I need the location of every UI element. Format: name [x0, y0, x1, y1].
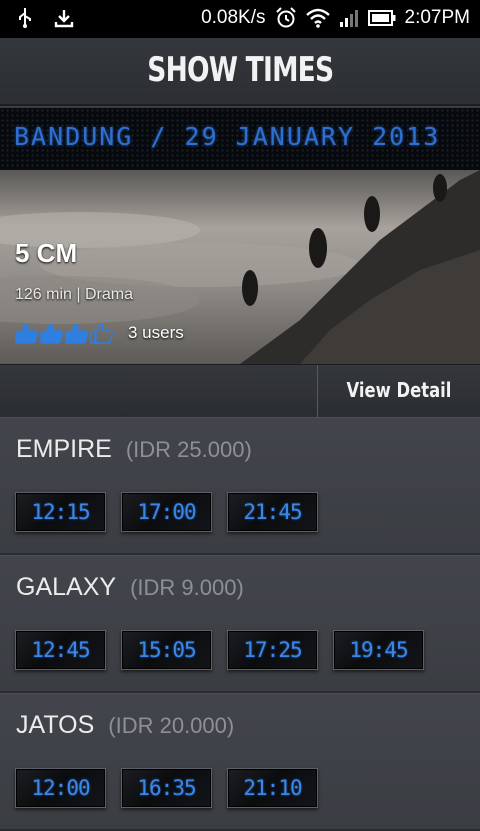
movie-duration: 126 min: [15, 286, 72, 303]
view-detail-button[interactable]: View Detail: [317, 365, 480, 417]
showtime-button[interactable]: 15:05: [121, 630, 212, 670]
showtime-list: 12:00 16:35 21:10: [15, 768, 318, 808]
rating-thumbs: [14, 322, 114, 344]
thumbs-up-icon: [65, 323, 88, 344]
signal-icon: [339, 8, 359, 28]
cinema-item: GALAXY (IDR 9.000) 12:45 15:05 17:25 19:45: [0, 555, 480, 693]
showtime-list: 12:15 17:00 21:45: [15, 492, 318, 532]
showtime-list: 12:45 15:05 17:25 19:45: [15, 630, 424, 670]
showtime-button[interactable]: 19:45: [333, 630, 424, 670]
movie-title: 5 CM: [15, 238, 78, 268]
rating-users-count: 3 users: [128, 323, 184, 342]
clock: 2:07PM: [404, 7, 470, 28]
cinema-header: GALAXY (IDR 9.000): [16, 573, 244, 602]
cinema-header: EMPIRE (IDR 25.000): [16, 435, 252, 464]
app-header: SHOW TIMES: [0, 38, 480, 106]
cinema-price: (IDR 25.000): [125, 437, 252, 462]
usb-icon: [18, 8, 32, 33]
wifi-icon: [305, 8, 330, 28]
showtime-button[interactable]: 12:00: [15, 768, 106, 808]
cinema-name: JATOS: [16, 711, 95, 739]
status-bar: 0.08K/s 2:07PM: [0, 0, 480, 38]
view-detail-label: View Detail: [346, 378, 452, 402]
showtime-button[interactable]: 17:25: [227, 630, 318, 670]
net-speed: 0.08K/s: [201, 7, 266, 28]
cinema-name: EMPIRE: [16, 435, 112, 463]
cinema-price: (IDR 9.000): [130, 575, 244, 600]
cinema-list: EMPIRE (IDR 25.000) 12:15 17:00 21:45 GALAXY (…: [0, 417, 480, 831]
cinema-name: GALAXY: [16, 573, 117, 601]
alarm-icon: [275, 7, 297, 29]
showtime-button[interactable]: 21:45: [227, 492, 318, 532]
showtime-button[interactable]: 16:35: [121, 768, 212, 808]
showtime-button[interactable]: 21:10: [227, 768, 318, 808]
showtime-button[interactable]: 12:45: [15, 630, 106, 670]
showtime-button[interactable]: 17:00: [121, 492, 212, 532]
download-icon: [54, 8, 74, 33]
movie-genre: Drama: [84, 286, 133, 303]
cinema-item: EMPIRE (IDR 25.000) 12:15 17:00 21:45: [0, 417, 480, 555]
movie-action-bar: View Detail: [0, 364, 480, 418]
showtime-button[interactable]: 12:15: [15, 492, 106, 532]
movie-rating: 3 users: [14, 322, 184, 344]
location-date-marquee: BANDUNG / 29 JANUARY 2013: [0, 108, 480, 170]
movie-meta: 126 min | Drama: [15, 286, 133, 303]
movie-banner[interactable]: 5 CM 126 min | Drama 3 users: [0, 170, 480, 364]
battery-icon: [367, 9, 396, 27]
page-title: SHOW TIMES: [146, 50, 334, 90]
marquee-text: BANDUNG / 29 JANUARY 2013: [14, 122, 441, 151]
cinema-item: JATOS (IDR 20.000) 12:00 16:35 21:10: [0, 693, 480, 831]
thumbs-up-icon: [40, 323, 63, 344]
thumbs-up-icon: [90, 323, 113, 344]
cinema-header: JATOS (IDR 20.000): [16, 711, 234, 740]
cinema-price: (IDR 20.000): [108, 713, 235, 738]
thumbs-up-icon: [15, 323, 38, 344]
